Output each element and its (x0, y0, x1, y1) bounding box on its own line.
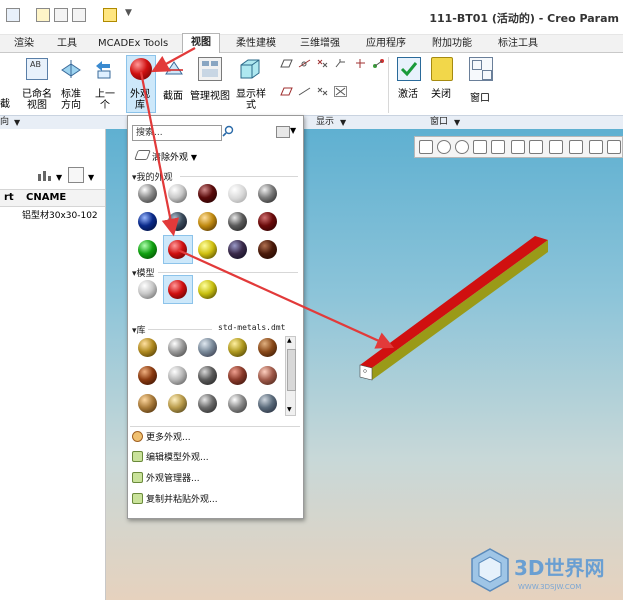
model-swatch-silver[interactable] (138, 280, 157, 299)
lib-swatch-aluminum[interactable] (198, 338, 217, 357)
lib-swatch-brushed-brass[interactable] (138, 394, 157, 413)
edit-model-appearance-item[interactable]: 编辑模型外观... (132, 451, 209, 465)
search-icon[interactable] (222, 125, 234, 137)
section-model[interactable]: ▾模型 (132, 266, 155, 279)
appearance-manager-item[interactable]: 外观管理器... (132, 472, 200, 486)
lib-swatch-champagne[interactable] (168, 394, 187, 413)
library-file-name: std-metals.dmt (218, 323, 286, 332)
lib-swatch-brass[interactable] (138, 338, 157, 357)
lib-swatch-pink-metal[interactable] (258, 366, 277, 385)
more-appearances-item[interactable]: 更多外观... (132, 431, 191, 445)
section-divider (180, 176, 298, 177)
beam-top-face (360, 236, 548, 368)
lib-swatch-iron[interactable] (198, 366, 217, 385)
swatch-green[interactable] (138, 240, 157, 259)
watermark-url: WWW.3DSJW.COM (518, 583, 581, 591)
lib-swatch-gold[interactable] (228, 338, 247, 357)
swatch-red[interactable] (168, 240, 187, 259)
swatch-dark-red[interactable] (198, 184, 217, 203)
watermark-logo: 3D世界网 WWW.3DSJW.COM (468, 545, 618, 595)
eraser-icon (134, 150, 151, 160)
swatch-marble[interactable] (228, 240, 247, 259)
model-swatch-yellow[interactable] (198, 280, 217, 299)
swatch-yellow[interactable] (198, 240, 217, 259)
library-scrollbar[interactable]: ▲ ▼ (285, 336, 296, 416)
lib-swatch-steel[interactable] (168, 338, 187, 357)
appearance-gallery-dropdown: 搜索... ▼ 清除外观 ▼ ▾我的外观 ▾模型 ▾库 std-metals.d… (127, 115, 304, 519)
swatch-steel[interactable] (138, 184, 157, 203)
lib-swatch-bronze[interactable] (258, 338, 277, 357)
lib-swatch-titanium[interactable] (198, 394, 217, 413)
swatch-white[interactable] (228, 184, 247, 203)
lib-swatch-blue-steel[interactable] (258, 394, 277, 413)
swatch-blue-grey[interactable] (168, 212, 187, 231)
lib-swatch-copper[interactable] (138, 366, 157, 385)
lib-swatch-rose-copper[interactable] (228, 366, 247, 385)
scroll-down-icon[interactable]: ▼ (287, 406, 292, 413)
section-library[interactable]: ▾库 (132, 323, 146, 336)
appearance-search-input[interactable]: 搜索... (132, 125, 222, 141)
gallery-view-dropdown-icon[interactable]: ▼ (290, 126, 296, 135)
scroll-up-icon[interactable]: ▲ (287, 337, 292, 344)
section-my-appearances[interactable]: ▾我的外观 (132, 170, 173, 183)
scrollbar-thumb[interactable] (287, 349, 296, 391)
swatch-maroon[interactable] (258, 212, 277, 231)
swatch-brown[interactable] (258, 240, 277, 259)
watermark-brand: 3D世界网 (514, 556, 605, 580)
swatch-gold[interactable] (198, 212, 217, 231)
beam-end-face (359, 364, 373, 381)
swatch-silver[interactable] (168, 184, 187, 203)
swatch-blue[interactable] (138, 212, 157, 231)
swatch-graphite[interactable] (228, 212, 247, 231)
menu-divider (130, 426, 300, 427)
beam-side-face (372, 240, 548, 380)
section-divider (158, 272, 298, 273)
clear-appearance-item[interactable]: 清除外观 ▼ (134, 150, 197, 163)
swatch-chrome[interactable] (258, 184, 277, 203)
lib-swatch-nickel[interactable] (168, 366, 187, 385)
beam-model (359, 236, 548, 381)
model-swatch-red[interactable] (168, 280, 187, 299)
lib-swatch-polished-steel[interactable] (228, 394, 247, 413)
section-divider (148, 329, 212, 330)
copy-paste-appearance-item[interactable]: 复制并粘贴外观... (132, 493, 218, 507)
gallery-view-icon[interactable] (276, 126, 290, 138)
